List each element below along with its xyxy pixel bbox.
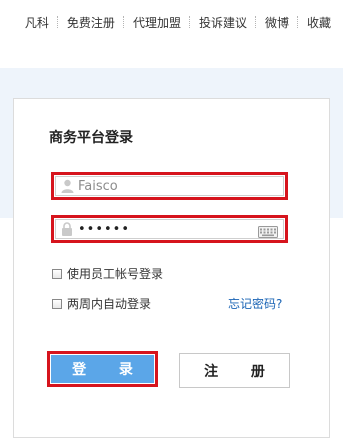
username-field[interactable]: Faisco [51, 172, 288, 200]
employee-login-checkbox[interactable] [52, 268, 62, 279]
nav-separator [56, 16, 59, 28]
login-title: 商务平台登录 [49, 130, 133, 146]
nav-link-weibo[interactable]: 微博 [265, 14, 289, 31]
employee-login-label: 使用员工帐号登录 [67, 267, 164, 281]
user-icon [60, 179, 74, 193]
login-button-label: 登 录 [51, 355, 154, 383]
auto-login-label: 两周内自动登录 [67, 297, 152, 311]
username-value: Faisco [78, 178, 118, 194]
auto-login-checkbox[interactable] [52, 298, 62, 309]
register-button[interactable]: 注 册 [179, 353, 290, 388]
forgot-password-link[interactable]: 忘记密码? [228, 295, 282, 312]
nav-separator [254, 16, 257, 28]
nav-link-favorite[interactable]: 收藏 [307, 14, 331, 31]
nav-link-free-register[interactable]: 免费注册 [67, 14, 115, 31]
password-value: •••••• [78, 221, 131, 237]
login-button[interactable]: 登 录 [47, 351, 158, 387]
auto-login-option[interactable]: 两周内自动登录 [52, 295, 151, 312]
nav-link-agent[interactable]: 代理加盟 [133, 14, 181, 31]
employee-login-option[interactable]: 使用员工帐号登录 [52, 265, 163, 282]
nav-separator [296, 16, 299, 28]
nav-link-complaint[interactable]: 投诉建议 [199, 14, 247, 31]
lock-icon [60, 222, 74, 236]
nav-separator [122, 16, 125, 28]
nav-link-fanke[interactable]: 凡科 [25, 14, 49, 31]
keyboard-icon[interactable] [258, 223, 278, 238]
username-input[interactable]: Faisco [55, 176, 284, 196]
password-input[interactable]: •••••• [55, 219, 284, 239]
top-nav: 凡科 免费注册 代理加盟 投诉建议 微博 收藏 [0, 0, 343, 44]
password-field[interactable]: •••••• [51, 215, 288, 243]
nav-separator [188, 16, 191, 28]
login-panel: 商务平台登录 Faisco •••••• 使用员工帐号登录 两周内自动登录 忘记… [13, 98, 330, 438]
